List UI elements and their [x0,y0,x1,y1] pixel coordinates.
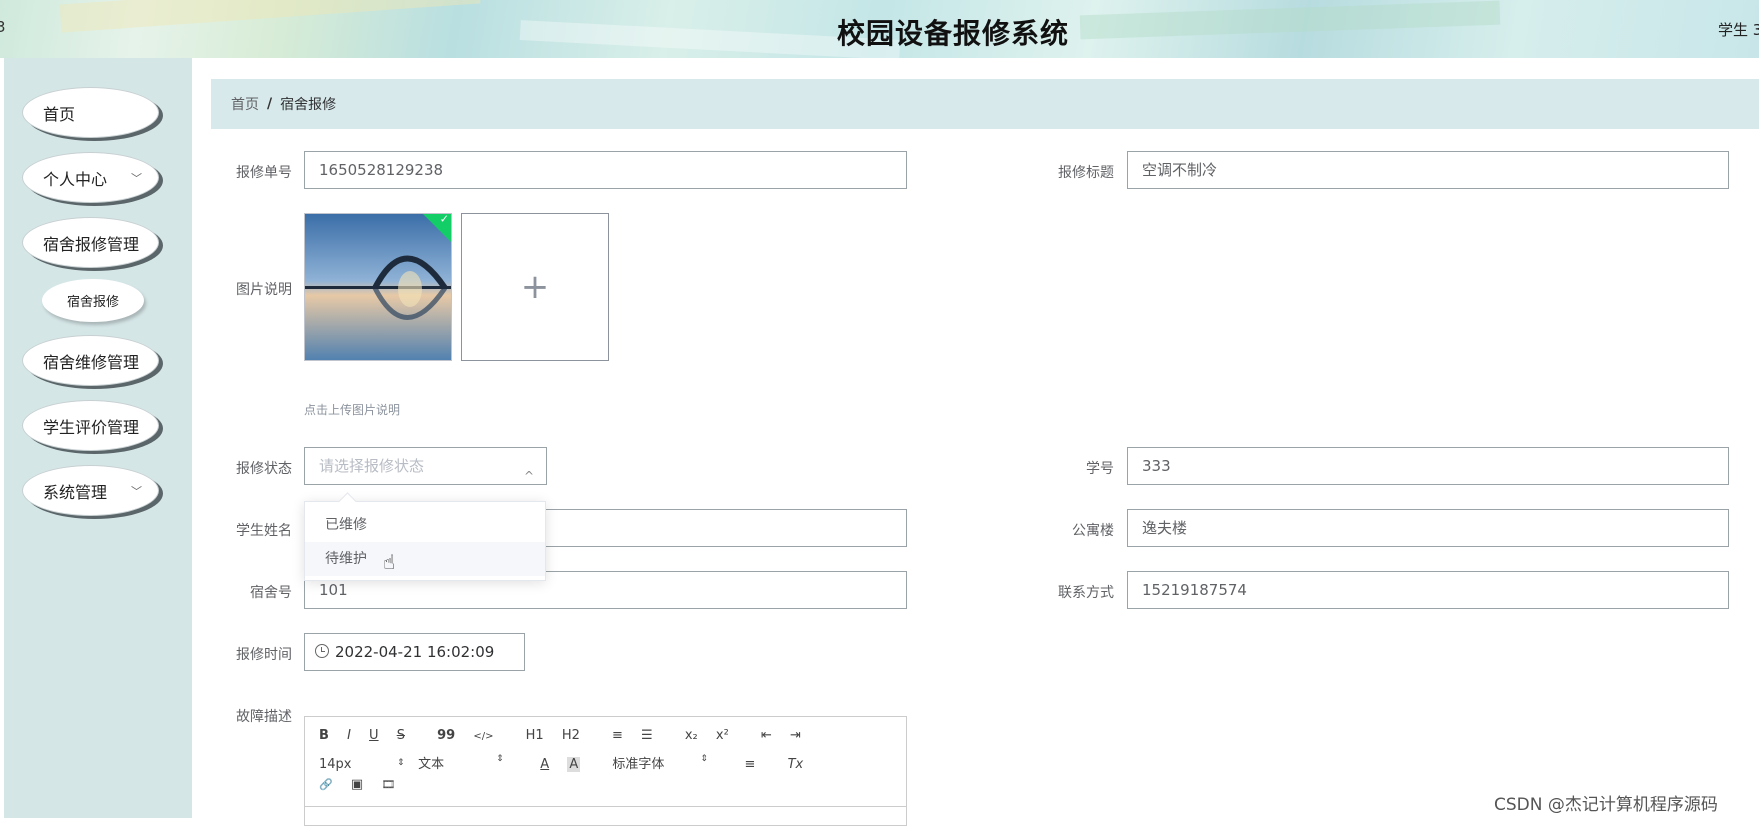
breadcrumb-current: 宿舍报修 [280,97,337,113]
student-no-input[interactable]: 333 [1127,447,1729,485]
ordered-list-icon[interactable]: ≡ [612,728,623,743]
font-family-value: 标准字体 [612,757,665,772]
breadcrumb-separator: / [267,96,273,112]
font-family-select[interactable]: 标准字体 ⇕ [612,753,740,772]
subscript-icon[interactable]: x₂ [685,728,698,743]
font-color-icon[interactable]: A [540,757,549,772]
room-label: 宿舍号 [250,585,292,601]
user-label[interactable]: 学生 3 [1718,19,1759,40]
repair-title-input[interactable]: 空调不制冷 [1127,151,1729,189]
student-name-label: 学生姓名 [236,523,292,539]
sidebar-subitem-label: 宿舍报修 [66,295,119,310]
sidebar-item-student-review-mgmt[interactable]: 学生评价管理 [22,400,159,451]
image-icon[interactable]: ▣ [351,777,363,792]
rich-text-editor: B I U S 99 </> H1 H2 ≡ ☰ x₂ x² ⇤ ⇥ 14px ⇕… [304,716,907,826]
editor-toolbar-row-2: 14px ⇕ 文本 ⇕ A A 标准字体 ⇕ ≡ Tx [319,753,817,772]
repair-title-label: 报修标题 [1058,165,1114,181]
repair-time-label: 报修时间 [236,647,292,663]
sidebar-item-label: 系统管理 [43,482,108,502]
italic-icon[interactable]: I [347,728,351,743]
background-color-icon[interactable]: A [567,757,581,772]
chevron-up-icon: ^ [523,469,534,483]
blockquote-icon[interactable]: 99 [437,728,455,743]
bridge-photo [305,214,451,360]
breadcrumb-home[interactable]: 首页 [231,94,259,114]
header: 3 校园设备报修系统 学生 3 [0,0,1759,58]
sidebar-item-label: 宿舍报修管理 [43,234,140,254]
description-label: 故障描述 [236,709,292,725]
text-type-value: 文本 [418,757,445,772]
select-arrows-icon: ⇕ [700,754,708,764]
sidebar-item-label: 首页 [43,104,76,124]
editor-toolbar-row-1: B I U S 99 </> H1 H2 ≡ ☰ x₂ x² ⇤ ⇥ [319,728,815,743]
building-label: 公寓楼 [1072,523,1114,539]
sidebar-subitem-dorm-repair[interactable]: 宿舍报修 [42,279,144,322]
chevron-down-icon: ﹀ [131,485,142,498]
sidebar-item-personal-center[interactable]: 个人中心 ﹀ [22,152,159,203]
font-size-select[interactable]: 14px ⇕ [319,757,414,772]
bold-icon[interactable]: B [319,728,329,743]
building-input[interactable]: 逸夫楼 [1127,509,1729,547]
status-label: 报修状态 [236,461,292,477]
image-label: 图片说明 [236,282,292,298]
status-placeholder: 请选择报修状态 [319,457,425,475]
sidebar: 首页 个人中心 ﹀ 宿舍报修管理 宿舍报修 宿舍维修管理 学生评价管理 系统管理… [4,58,192,818]
sidebar-item-home[interactable]: 首页 [22,87,159,138]
header-1-icon[interactable]: H1 [526,728,544,743]
plus-icon: + [520,267,550,307]
app-title: 校园设备报修系统 [836,17,1069,50]
order-no-input[interactable]: 1650528129238 [304,151,907,189]
status-option-repaired[interactable]: 已维修 [305,508,545,542]
sidebar-item-label: 学生评价管理 [43,417,140,437]
watermark: CSDN @杰记计算机程序源码 [1494,795,1718,815]
breadcrumb: 首页 / 宿舍报修 [211,79,1759,129]
bullet-list-icon[interactable]: ☰ [641,728,653,743]
clear-format-icon[interactable]: Tx [788,757,804,772]
status-select[interactable]: 请选择报修状态 ^ [304,447,547,485]
contact-input[interactable]: 15219187574 [1127,571,1729,609]
font-size-value: 14px [319,757,352,772]
sidebar-item-system-mgmt[interactable]: 系统管理 ﹀ [22,465,159,516]
student-no-label: 学号 [1086,461,1114,477]
clock-icon [315,644,329,658]
contact-label: 联系方式 [1058,585,1114,601]
chevron-down-icon: ﹀ [131,172,142,185]
repair-time-picker[interactable]: 2022-04-21 16:02:09 [304,633,525,671]
indent-icon[interactable]: ⇥ [790,728,801,743]
underline-icon[interactable]: U [369,728,379,743]
sidebar-item-dorm-maintenance-mgmt[interactable]: 宿舍维修管理 [22,335,159,386]
sidebar-item-dorm-repair-mgmt[interactable]: 宿舍报修管理 [22,217,159,268]
header-2-icon[interactable]: H2 [562,728,580,743]
link-icon[interactable]: 🔗 [319,778,333,791]
select-arrows-icon: ⇕ [397,758,405,768]
sidebar-item-label: 个人中心 [43,169,108,189]
upload-add-button[interactable]: + [461,213,609,361]
strikethrough-icon[interactable]: S [397,728,405,743]
code-block-icon[interactable]: </> [473,731,493,742]
status-option-pending[interactable]: 待维护 [305,542,545,576]
align-icon[interactable]: ≡ [745,757,756,772]
text-type-select[interactable]: 文本 ⇕ [418,753,536,772]
outdent-icon[interactable]: ⇤ [761,728,772,743]
video-icon[interactable]: 🎞 [381,778,395,791]
uploaded-image[interactable]: ✓ [304,213,452,361]
repair-time-value: 2022-04-21 16:02:09 [335,643,495,661]
order-no-label: 报修单号 [236,165,292,181]
editor-toolbar-row-3: 🔗 ▣ 🎞 [319,777,409,792]
upload-tip: 点击上传图片说明 [304,403,401,417]
select-arrows-icon: ⇕ [496,754,504,764]
editor-divider [305,806,906,807]
hand-cursor-icon: ☝ [383,550,396,574]
status-dropdown: 已维修 待维护 [304,492,546,581]
check-icon: ✓ [439,213,449,226]
superscript-icon[interactable]: x² [716,728,729,743]
sidebar-item-label: 宿舍维修管理 [43,352,140,372]
